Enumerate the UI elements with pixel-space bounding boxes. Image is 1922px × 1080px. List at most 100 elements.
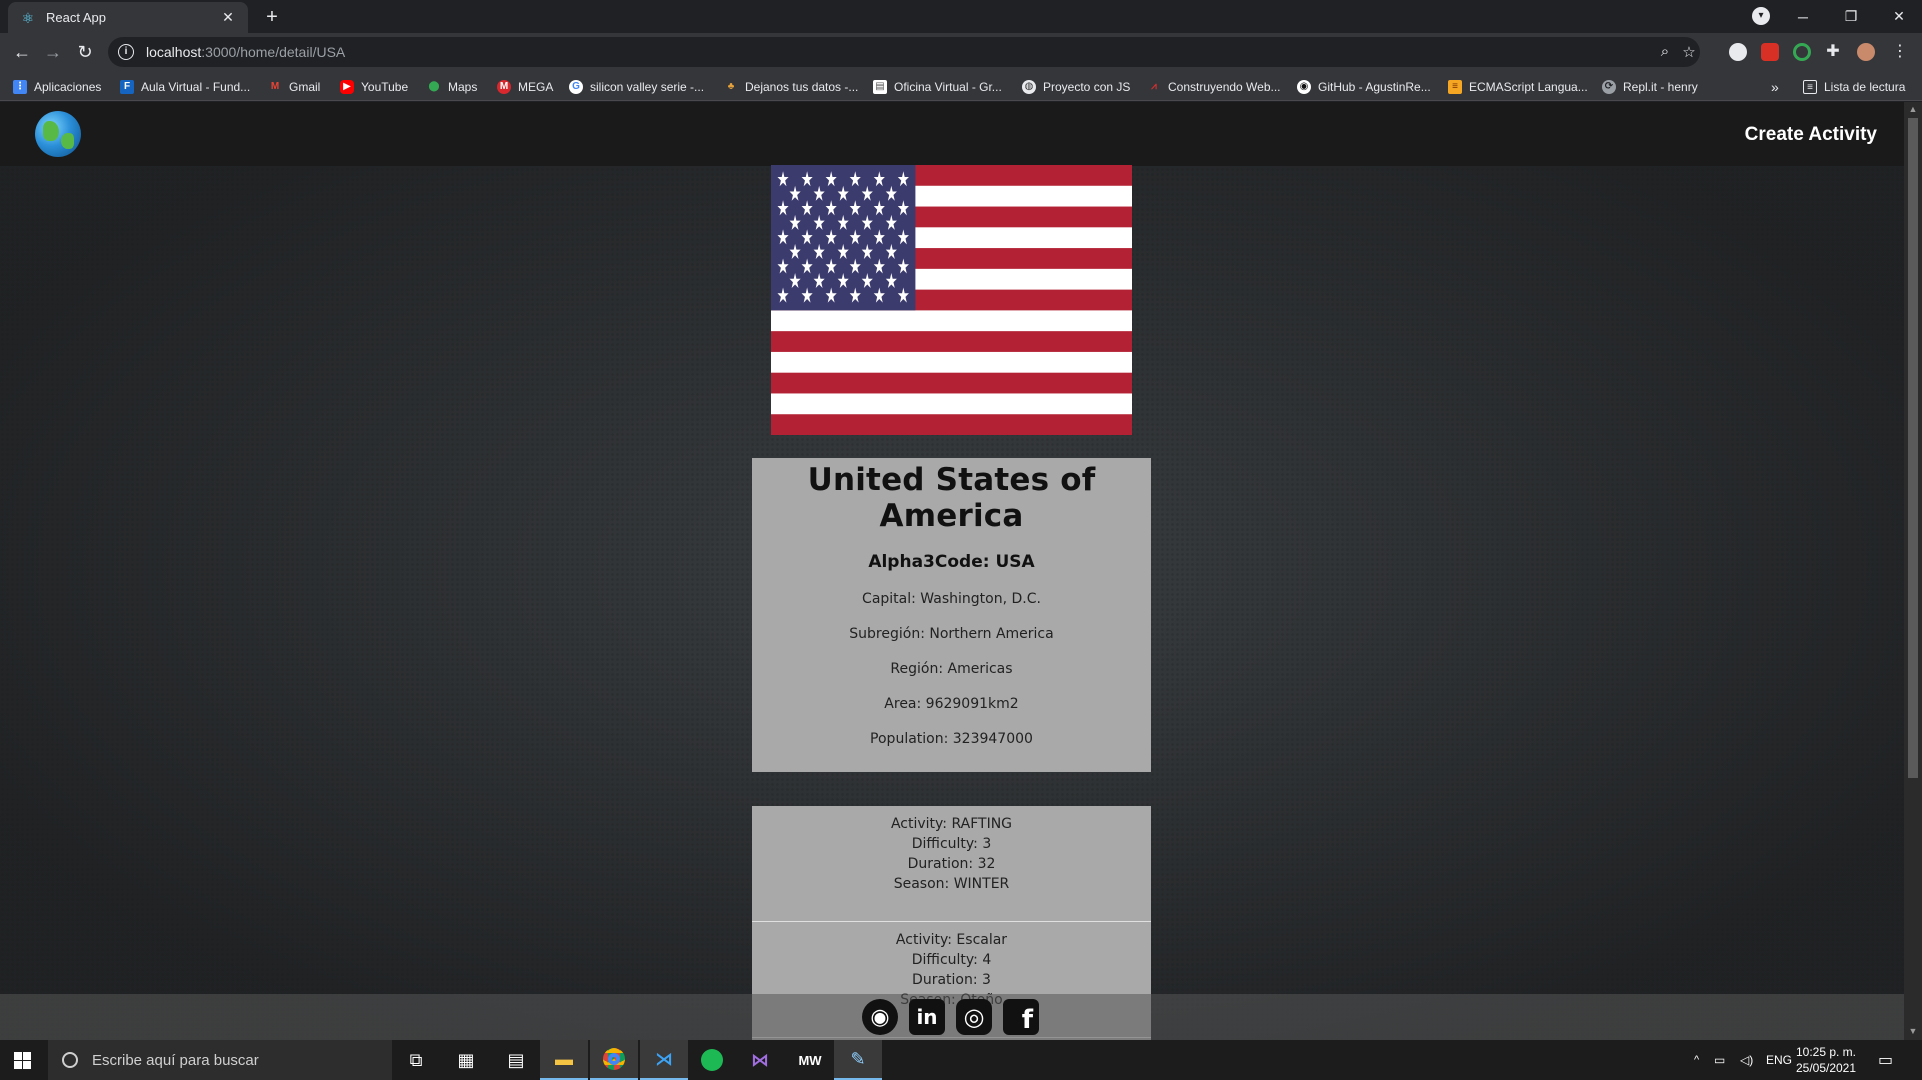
country-name: United States of America <box>807 462 1096 534</box>
tab-search-icon[interactable]: ▾ <box>1752 7 1770 25</box>
windows-start-icon[interactable] <box>14 1052 31 1069</box>
back-icon[interactable]: ← <box>10 40 34 64</box>
close-window-button[interactable]: ✕ <box>1876 0 1922 33</box>
extension-red-icon[interactable] <box>1761 43 1779 61</box>
url-host: localhost <box>146 44 202 60</box>
google-icon: G <box>569 80 583 94</box>
volume-icon[interactable]: ◁) <box>1740 1040 1753 1080</box>
mw-app-icon[interactable]: MW <box>786 1040 834 1080</box>
calendar-app-icon[interactable]: ▦ <box>442 1040 490 1080</box>
bookmark-ecmascript[interactable]: ≡ ECMAScript Langua... <box>1448 78 1588 96</box>
github-icon[interactable]: ◉ <box>862 999 898 1035</box>
scroll-down-icon[interactable]: ▼ <box>1908 1026 1918 1036</box>
ecma-icon: ≡ <box>1448 80 1462 94</box>
browser-menu-icon[interactable]: ⋮ <box>1888 40 1912 64</box>
notifications-icon[interactable]: ▭ <box>1878 1040 1893 1080</box>
replit-icon: ⟳ <box>1602 80 1616 94</box>
activity-season: Season: WINTER <box>893 876 1010 892</box>
clock-date: 25/05/2021 <box>1795 1061 1857 1075</box>
address-bar[interactable]: i localhost :3000/home/detail/USA ⌕ ☆ <box>108 37 1700 67</box>
react-favicon-icon: ⚛ <box>21 9 35 26</box>
github-icon: ◉ <box>1297 80 1311 94</box>
site-info-icon[interactable]: i <box>118 44 134 60</box>
extension-circle-icon[interactable] <box>1729 43 1747 61</box>
bookmark-gmail[interactable]: M Gmail <box>268 78 321 96</box>
instagram-icon[interactable]: ◎ <box>956 999 992 1035</box>
taskbar-search-placeholder: Escribe aquí para buscar <box>92 1051 259 1069</box>
tray-chevron-icon[interactable]: ^ <box>1694 1040 1699 1080</box>
globe-icon: ◍ <box>1022 80 1036 94</box>
page-footer: ◉ in ◎ f <box>0 994 1904 1040</box>
chrome-app-icon[interactable] <box>590 1040 638 1080</box>
bookmark-silicon-valley[interactable]: Gsilicon valley serie -... <box>569 78 704 96</box>
bookmarks-bar: ⋮ Aplicaciones F Aula Virtual - Fund... MG… <box>0 71 1922 101</box>
activity-name: Activity: RAFTING <box>890 816 1013 832</box>
wave-icon: ⩘ <box>1151 81 1157 92</box>
create-activity-link[interactable]: Create Activity <box>1745 124 1877 146</box>
activity-difficulty: Difficulty: 3 <box>911 836 992 852</box>
restore-button[interactable]: ❐ <box>1828 0 1874 33</box>
profile-avatar[interactable] <box>1857 43 1875 61</box>
bookmark-apps[interactable]: ⋮ Aplicaciones <box>13 78 101 96</box>
doc-icon: ▤ <box>873 80 887 94</box>
bookmark-proyecto-js[interactable]: ◍ Proyecto con JS <box>1022 78 1130 96</box>
country-detail-card: United States of America Alpha3Code: USA… <box>752 458 1151 772</box>
fu-icon: F <box>120 80 134 94</box>
visual-studio-app-icon[interactable]: ⋈ <box>736 1040 784 1080</box>
minimize-button[interactable]: ─ <box>1780 0 1826 33</box>
extensions-puzzle-icon[interactable]: ✚ <box>1821 40 1845 64</box>
taskbar-search-box[interactable]: Escribe aquí para buscar <box>48 1040 392 1080</box>
browser-toolbar: ← → ↻ i localhost :3000/home/detail/USA … <box>0 33 1922 71</box>
tab-close-icon[interactable]: ✕ <box>220 9 236 26</box>
network-icon[interactable]: ▭ <box>1714 1040 1725 1080</box>
file-explorer-icon[interactable]: ▬ <box>540 1040 588 1080</box>
extension-green-icon[interactable] <box>1793 43 1811 61</box>
browser-tab[interactable]: ⚛ React App ✕ <box>8 2 248 33</box>
bookmark-dejanos-datos[interactable]: ♣ Dejanos tus datos -... <box>724 78 859 96</box>
bookmark-github[interactable]: ◉ GitHub - AgustinRe... <box>1297 78 1431 96</box>
country-capital: Capital: Washington, D.C. <box>862 591 1041 607</box>
taskbar-clock[interactable]: 10:25 p. m. 25/05/2021 <box>1786 1044 1866 1076</box>
bookmarks-overflow-button[interactable]: » <box>1771 78 1779 96</box>
clock-time: 10:25 p. m. <box>1795 1045 1857 1059</box>
browser-tab-strip: ⚛ React App ✕ + ▾ ─ ❐ ✕ <box>0 0 1922 33</box>
bookmark-maps[interactable]: ⬤ Maps <box>427 78 477 96</box>
spotify-app-icon[interactable] <box>688 1040 736 1080</box>
bookmark-youtube[interactable]: ▶ YouTube <box>340 78 408 96</box>
activity-difficulty: Difficulty: 4 <box>911 952 992 968</box>
globe-logo-icon[interactable] <box>35 111 81 157</box>
scroll-thumb[interactable] <box>1908 118 1918 778</box>
new-tab-button[interactable]: + <box>260 5 284 29</box>
activity-duration: Duration: 32 <box>907 856 996 872</box>
activity-item: Activity: RAFTING Difficulty: 3 Duration… <box>752 806 1151 922</box>
zoom-icon[interactable]: ⌕ <box>1656 43 1674 60</box>
linkedin-icon[interactable]: in <box>909 999 945 1035</box>
reading-list-button[interactable]: ≡ Lista de lectura <box>1803 78 1905 96</box>
reload-icon[interactable]: ↻ <box>73 40 97 64</box>
activity-name: Activity: Escalar <box>895 932 1008 948</box>
country-subregion: Subregión: Northern America <box>849 626 1054 642</box>
scroll-up-icon[interactable]: ▲ <box>1908 104 1918 114</box>
bookmark-oficina-virtual[interactable]: ▤ Oficina Virtual - Gr... <box>873 78 1002 96</box>
bookmark-mega[interactable]: M MEGA <box>497 78 553 96</box>
country-area: Area: 9629091km2 <box>884 696 1019 712</box>
vscode-app-icon[interactable]: ⋊ <box>640 1040 688 1080</box>
people-icon: ♣ <box>727 81 735 92</box>
apps-grid-icon: ⋮ <box>13 80 27 94</box>
bookmark-aula-virtual[interactable]: F Aula Virtual - Fund... <box>120 78 250 96</box>
app-navbar: Create Activity <box>0 102 1904 166</box>
windows-taskbar: Escribe aquí para buscar ⧉ ▦ ▤ ▬ ⋊ ⋈ MW … <box>0 1040 1922 1080</box>
country-population: Population: 323947000 <box>870 731 1033 747</box>
bookmark-star-icon[interactable]: ☆ <box>1680 43 1698 61</box>
bookmark-replit[interactable]: ⟳ Repl.it - henry <box>1602 78 1698 96</box>
forward-icon[interactable]: → <box>41 40 65 64</box>
country-flag-image <box>771 165 1132 435</box>
task-view-icon[interactable]: ⧉ <box>392 1040 440 1080</box>
bookmark-construyendo-web[interactable]: ⩘ Construyendo Web... <box>1147 78 1280 96</box>
calculator-app-icon[interactable]: ▤ <box>492 1040 540 1080</box>
mega-icon: M <box>497 80 511 94</box>
facebook-icon[interactable]: f <box>1003 999 1039 1035</box>
maps-icon: ⬤ <box>428 81 440 92</box>
page-scrollbar[interactable]: ▲ ▼ <box>1904 102 1922 1040</box>
paint-app-icon[interactable]: ✎ <box>834 1040 882 1080</box>
